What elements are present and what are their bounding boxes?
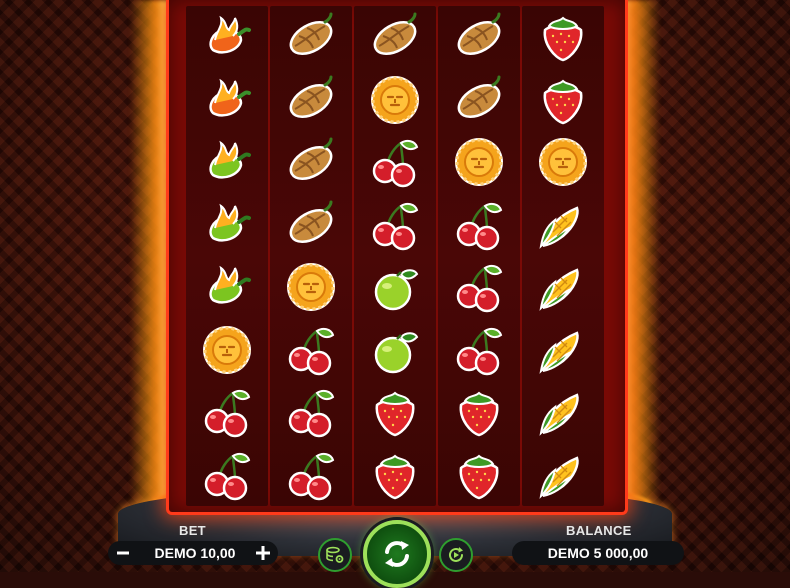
cocoa-icon [281,72,341,128]
chili-green-icon [197,134,257,190]
reel-2 [270,6,352,506]
cocoa-icon [449,72,509,128]
bet-decrease-button[interactable] [114,544,132,562]
balance-value: DEMO 5 000,00 [547,545,649,561]
corn-icon [533,259,593,315]
corn-icon [533,322,593,378]
sun-coin-icon [281,259,341,315]
autoplay-icon [449,547,463,562]
chili-red-icon [197,72,257,128]
cherry-icon [197,384,257,440]
chili-red-icon [197,9,257,65]
bet-settings-button[interactable] [318,538,352,572]
cocoa-icon [281,197,341,253]
bet-control: DEMO 10,00 [108,541,278,565]
corn-icon [533,197,593,253]
chili-green-icon [197,197,257,253]
cherry-icon [281,447,341,503]
coin-stack-gear-icon [326,546,344,563]
cherry-icon [197,447,257,503]
spin-button[interactable] [363,520,431,588]
lime-icon [365,322,425,378]
bet-value: DEMO 10,00 [154,545,236,561]
strawberry-icon [365,384,425,440]
cocoa-icon [281,9,341,65]
reel-5 [522,6,604,506]
cocoa-icon [449,9,509,65]
cherry-icon [449,197,509,253]
reel-3 [354,6,436,506]
bet-increase-button[interactable] [254,544,272,562]
lime-icon [365,259,425,315]
strawberry-icon [533,9,593,65]
chili-green-icon [197,259,257,315]
minus-icon [117,551,129,555]
corn-icon [533,447,593,503]
cocoa-icon [281,134,341,190]
autoplay-button[interactable] [439,538,473,572]
reel-1 [186,6,268,506]
strawberry-icon [365,447,425,503]
cherry-icon [449,259,509,315]
strawberry-icon [449,384,509,440]
balance-label: BALANCE [566,523,632,538]
bet-label: BET [179,523,206,538]
reels-grid [186,6,604,506]
cherry-icon [281,322,341,378]
cherry-icon [449,322,509,378]
strawberry-icon [533,72,593,128]
plus-icon [256,546,270,560]
balance-display: DEMO 5 000,00 [512,541,684,565]
sun-coin-icon [365,72,425,128]
cocoa-icon [365,9,425,65]
cherry-icon [365,197,425,253]
cherry-icon [365,134,425,190]
strawberry-icon [449,447,509,503]
corn-icon [533,384,593,440]
spin-arrows-icon [385,541,409,567]
sun-coin-icon [197,322,257,378]
sun-coin-icon [449,134,509,190]
reel-4 [438,6,520,506]
cherry-icon [281,384,341,440]
sun-coin-icon [533,134,593,190]
